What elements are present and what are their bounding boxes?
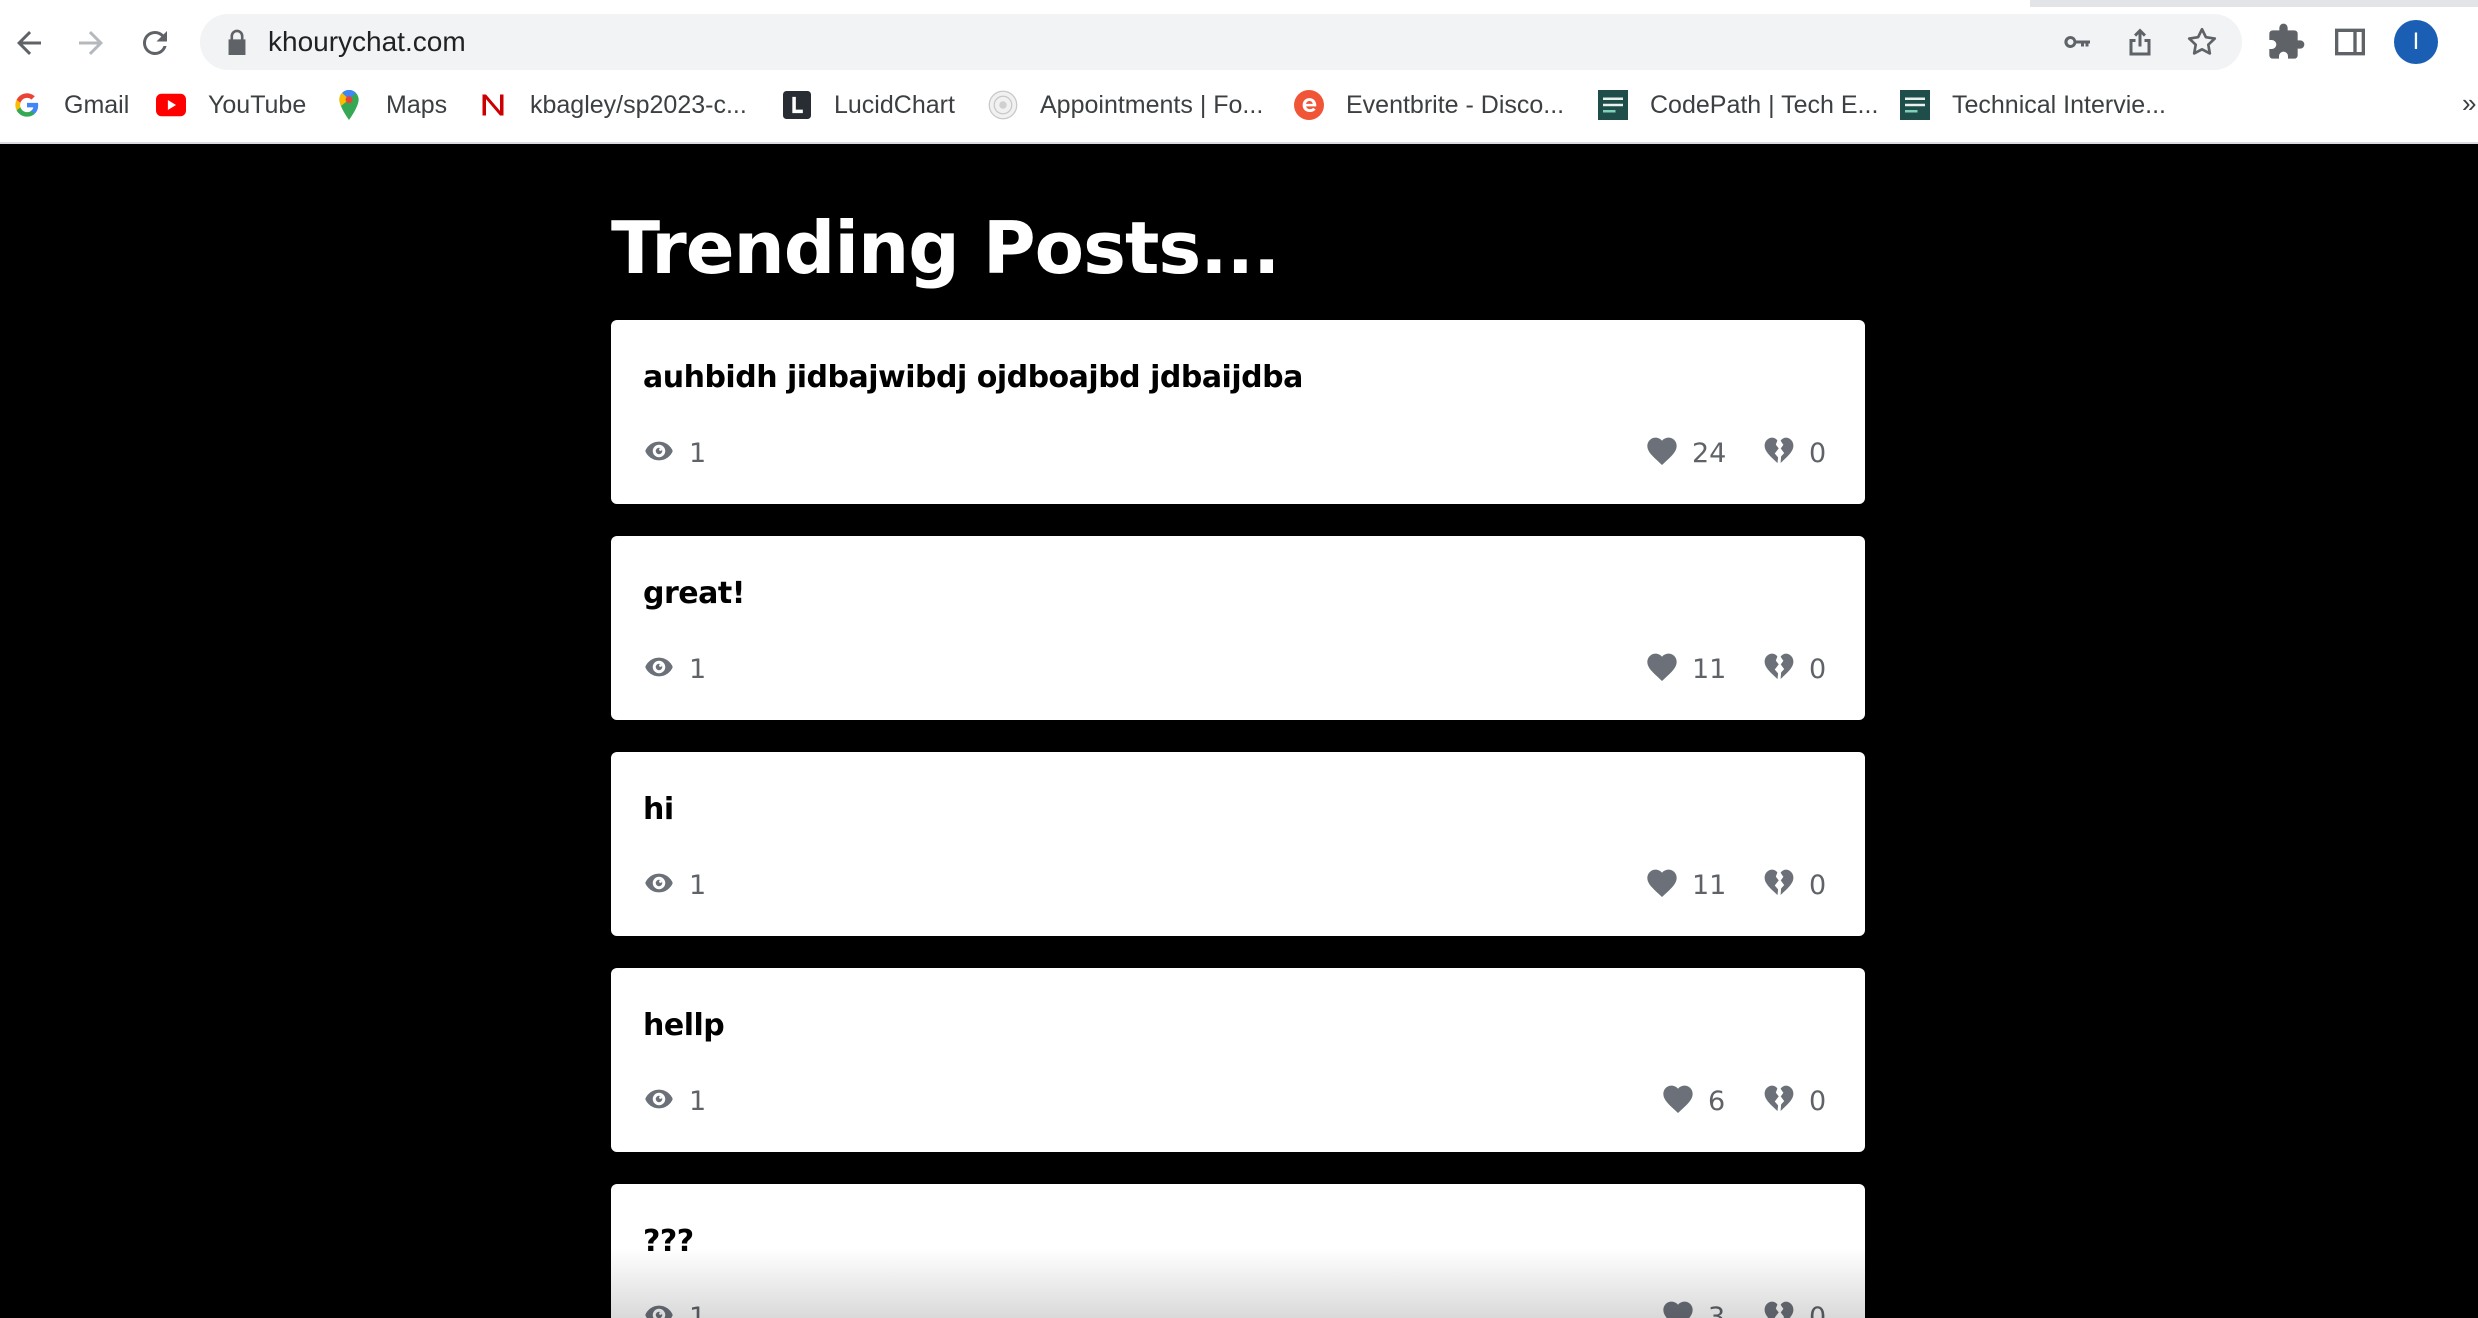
heart-icon <box>1646 868 1678 902</box>
lock-icon[interactable] <box>226 29 248 55</box>
eye-icon <box>643 436 675 470</box>
likes-count: 24 <box>1692 437 1727 469</box>
likes-count: 3 <box>1708 1301 1726 1318</box>
bookmark-eventbrite[interactable]: Eventbrite - Disco... <box>1294 84 1564 126</box>
views-count: 1 <box>689 437 707 469</box>
eye-icon <box>643 652 675 686</box>
dislike-button[interactable]: 0 <box>1763 1084 1826 1118</box>
like-button[interactable]: 6 <box>1662 1084 1725 1118</box>
url-text[interactable]: khourychat.com <box>268 26 466 58</box>
tab-strip <box>0 0 2478 7</box>
page-content: Trending Posts... auhbidh jidbajwibdj oj… <box>0 146 2478 1318</box>
page-title: Trending Posts... <box>611 206 1280 290</box>
post-card[interactable]: great! 1 11 0 <box>611 536 1865 720</box>
youtube-icon <box>156 90 186 120</box>
views-stat: 1 <box>643 868 706 902</box>
post-card[interactable]: hi 1 11 0 <box>611 752 1865 936</box>
post-card[interactable]: ??? 1 3 0 <box>611 1184 1865 1318</box>
browser-chrome: khourychat.com I Gmail YouTube Maps kbag… <box>0 0 2478 144</box>
views-stat: 1 <box>643 1300 706 1318</box>
dislikes-count: 0 <box>1809 653 1827 685</box>
heart-icon <box>1662 1084 1694 1118</box>
views-count: 1 <box>689 1085 707 1117</box>
eventbrite-icon <box>1294 90 1324 120</box>
broken-heart-icon <box>1763 868 1795 902</box>
bookmark-codepath[interactable]: CodePath | Tech E... <box>1598 84 1878 126</box>
seal-icon <box>988 90 1018 120</box>
eye-icon <box>643 868 675 902</box>
views-count: 1 <box>689 653 707 685</box>
bookmark-star-icon[interactable] <box>2184 24 2220 60</box>
views-stat: 1 <box>643 436 706 470</box>
post-card[interactable]: hellp 1 6 0 <box>611 968 1865 1152</box>
views-count: 1 <box>689 869 707 901</box>
broken-heart-icon <box>1763 1300 1795 1318</box>
views-count: 1 <box>689 1301 707 1318</box>
dislikes-count: 0 <box>1809 437 1827 469</box>
views-stat: 1 <box>643 652 706 686</box>
heart-icon <box>1646 436 1678 470</box>
profile-avatar[interactable]: I <box>2394 20 2438 64</box>
heart-icon <box>1646 652 1678 686</box>
active-tab[interactable] <box>0 0 2030 7</box>
like-button[interactable]: 11 <box>1646 868 1726 902</box>
post-title[interactable]: hi <box>643 792 674 827</box>
likes-count: 11 <box>1692 869 1727 901</box>
address-bar[interactable]: khourychat.com <box>200 14 2242 70</box>
maps-icon <box>334 90 364 120</box>
share-icon[interactable] <box>2122 24 2158 60</box>
dislikes-count: 0 <box>1809 1085 1827 1117</box>
post-title[interactable]: auhbidh jidbajwibdj ojdboajbd jdbaijdba <box>643 360 1303 395</box>
dislike-button[interactable]: 0 <box>1763 652 1826 686</box>
post-title[interactable]: ??? <box>643 1224 694 1259</box>
dislike-button[interactable]: 0 <box>1763 1300 1826 1318</box>
bookmark-youtube[interactable]: YouTube <box>156 84 306 126</box>
post-title[interactable]: hellp <box>643 1008 725 1043</box>
bookmark-lucidchart[interactable]: LucidChart <box>782 84 955 126</box>
google-icon <box>12 90 42 120</box>
bookmark-gmail[interactable]: Gmail <box>12 84 129 126</box>
back-button[interactable] <box>2 16 56 70</box>
dislikes-count: 0 <box>1809 869 1827 901</box>
arrow-left-icon <box>17 31 41 55</box>
bookmark-maps[interactable]: Maps <box>334 84 447 126</box>
like-button[interactable]: 24 <box>1646 436 1726 470</box>
bookmarks-overflow-button[interactable]: » <box>2462 88 2476 119</box>
broken-heart-icon <box>1763 436 1795 470</box>
bookmarks-bar: Gmail YouTube Maps kbagley/sp2023-c... L… <box>0 84 2478 126</box>
heart-icon <box>1662 1300 1694 1318</box>
codepath-icon <box>1598 90 1628 120</box>
dislike-button[interactable]: 0 <box>1763 436 1826 470</box>
extensions-icon[interactable] <box>2266 22 2306 62</box>
reload-button[interactable] <box>128 16 182 70</box>
forward-button[interactable] <box>64 16 118 70</box>
dislikes-count: 0 <box>1809 1301 1827 1318</box>
bookmark-appointments[interactable]: Appointments | Fo... <box>988 84 1263 126</box>
dislike-button[interactable]: 0 <box>1763 868 1826 902</box>
northeastern-icon <box>478 90 508 120</box>
bookmark-technical-interview[interactable]: Technical Intervie... <box>1900 84 2166 126</box>
broken-heart-icon <box>1763 1084 1795 1118</box>
eye-icon <box>643 1300 675 1318</box>
codepath-icon <box>1900 90 1930 120</box>
like-button[interactable]: 3 <box>1662 1300 1725 1318</box>
lucidchart-icon <box>782 90 812 120</box>
like-button[interactable]: 11 <box>1646 652 1726 686</box>
side-panel-icon[interactable] <box>2330 22 2370 62</box>
bookmark-kbagley[interactable]: kbagley/sp2023-c... <box>478 84 747 126</box>
key-icon[interactable] <box>2060 24 2096 60</box>
views-stat: 1 <box>643 1084 706 1118</box>
post-title[interactable]: great! <box>643 576 745 611</box>
likes-count: 11 <box>1692 653 1727 685</box>
arrow-right-icon <box>79 31 103 55</box>
broken-heart-icon <box>1763 652 1795 686</box>
post-card[interactable]: auhbidh jidbajwibdj ojdboajbd jdbaijdba 1… <box>611 320 1865 504</box>
reload-icon <box>142 30 167 55</box>
eye-icon <box>643 1084 675 1118</box>
likes-count: 6 <box>1708 1085 1726 1117</box>
